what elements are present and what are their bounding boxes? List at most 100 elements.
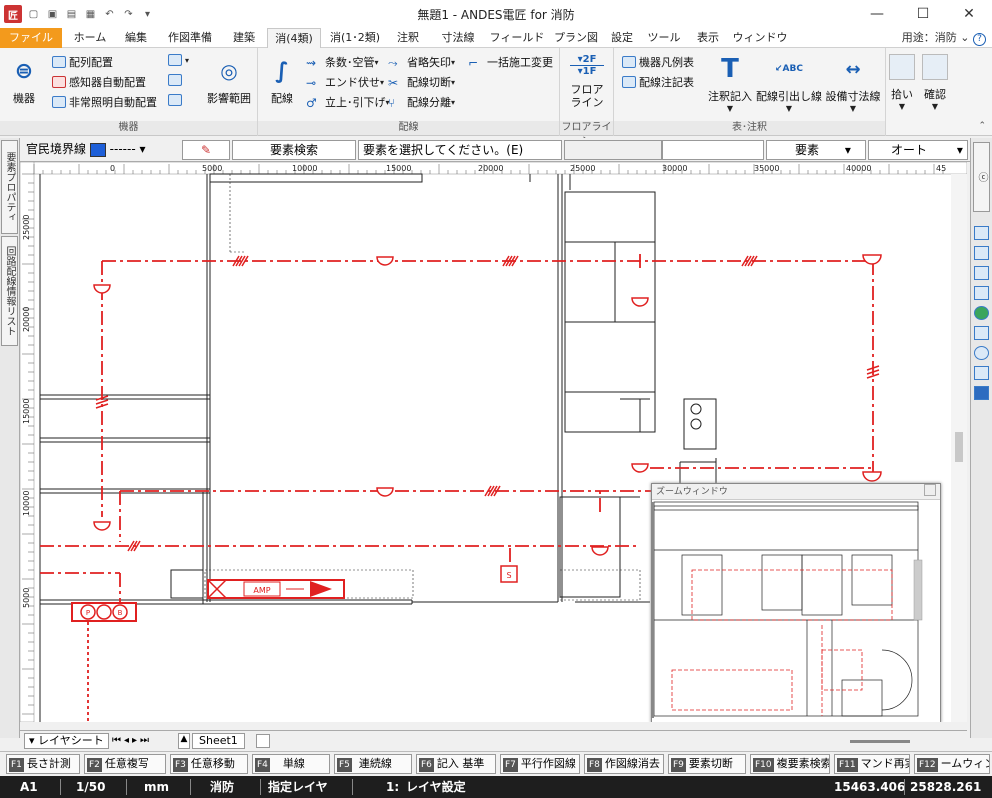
array-place-button[interactable]: 配列配置 [52, 54, 113, 70]
tab-element-properties[interactable]: 要素プロパティ [1, 140, 18, 234]
layer-sheet-tab[interactable]: ▾ レイヤシート [24, 733, 109, 749]
fkey-f4[interactable]: F4 単線 [252, 754, 330, 774]
globe-icon[interactable] [974, 306, 989, 320]
batch-change-button[interactable]: ⌐ 一括施工変更 [468, 54, 553, 70]
chain-button[interactable] [168, 74, 185, 86]
tab-plan[interactable]: プラン図 [550, 28, 602, 48]
wire-cut-button[interactable]: ✂ 配線切断 ▾ [388, 74, 455, 90]
redo-icon[interactable]: ↷ [121, 7, 136, 22]
end-hide-button[interactable]: ⊸ エンド伏せ ▾ [306, 74, 384, 90]
zoom-window[interactable]: ズームウィンドウ [651, 483, 941, 722]
customize-icon[interactable]: ▾ [140, 7, 155, 22]
kiki-button[interactable]: ⊜ 機器 [6, 56, 42, 106]
mode[interactable]: 消防 [210, 776, 234, 798]
tab-command[interactable]: ⓒ [973, 142, 990, 212]
check-button[interactable]: 確認 ▼ [920, 54, 950, 111]
usage-indicator[interactable]: 用途：消防 ⌄ ? [902, 28, 986, 48]
leader-button[interactable]: ↙ ABC 配線引出し線 ▼ [756, 54, 822, 113]
omit-arrow-button[interactable]: ⤳ 省略矢印 ▾ [388, 54, 455, 70]
sheet-nav-arrows[interactable]: ⏮◂▸⏭ [112, 733, 152, 749]
tab-annotation[interactable]: 注釈 [388, 28, 428, 48]
tab-edit[interactable]: 編集 [116, 28, 156, 48]
search-icon[interactable] [974, 346, 989, 360]
tab-window[interactable]: ウィンドウ [730, 28, 790, 48]
fkey-f11[interactable]: F11マンド再実 [834, 754, 910, 774]
sheet-add-icon[interactable]: ▲ [178, 733, 190, 749]
tab-tools[interactable]: ツール [642, 28, 686, 48]
tab-settings[interactable]: 設定 [604, 28, 640, 48]
element-filter-select[interactable]: 要素 ▾ [766, 140, 866, 160]
image-icon[interactable] [974, 286, 989, 300]
unit[interactable]: mm [144, 776, 169, 798]
tab-file[interactable]: ファイル [0, 28, 62, 48]
fkey-f3[interactable]: F3 任意移動 [170, 754, 248, 774]
fkey-f12[interactable]: F12ームウィンド [914, 754, 990, 774]
scale[interactable]: 1/50 [76, 776, 105, 798]
horizontal-scroll-thumb[interactable] [850, 740, 910, 743]
fkey-f7[interactable]: F7 平行作図線 [500, 754, 580, 774]
pen-tool-icon[interactable] [974, 266, 989, 280]
close-button[interactable]: ✕ [946, 0, 992, 28]
auto-emergency-light-button[interactable]: 非常照明自動配置 [52, 94, 157, 110]
book-icon[interactable] [974, 386, 989, 400]
wire-note-table-button[interactable]: 配線注記表 [622, 74, 694, 90]
calculator-icon[interactable] [974, 366, 989, 380]
command-input[interactable] [564, 140, 662, 160]
fkey-f6[interactable]: F6 記入 基準 [416, 754, 496, 774]
help-icon[interactable]: ? [973, 33, 986, 46]
fkey-f2[interactable]: F2 任意複写 [84, 754, 166, 774]
pen-button[interactable]: ✎ [182, 140, 230, 160]
maximize-button[interactable]: ☐ [900, 0, 946, 28]
wiring-button[interactable]: ∫ 配線 [264, 56, 300, 106]
minimize-button[interactable]: — [854, 0, 900, 28]
annotation-button[interactable]: T 注釈記入 ▼ [706, 54, 754, 113]
tab-circuit-list[interactable]: 回路配線情報リスト [1, 236, 18, 346]
drawing-canvas[interactable]: 0 5000 10000 15000 20000 25000 30000 35000 40000… [20, 162, 967, 722]
tab-field[interactable]: フィールド [486, 28, 548, 48]
tab-home[interactable]: ホーム [66, 28, 114, 48]
layer-selector[interactable]: 官民境界線 ------ ▾ [22, 140, 174, 160]
snap-mode-select[interactable]: オート ▾ [868, 140, 968, 160]
tab-view[interactable]: 表示 [688, 28, 728, 48]
tab-dimension[interactable]: 寸法線 [432, 28, 484, 48]
fkey-f8[interactable]: F8 作図線消去 [584, 754, 664, 774]
sheet-tab-sheet1[interactable]: Sheet1 [192, 733, 245, 749]
undo-icon[interactable]: ↶ [102, 7, 117, 22]
riser-button[interactable]: ♂ 立上･引下げ ▾ [306, 94, 390, 110]
layer-tree-icon[interactable] [974, 226, 989, 240]
layer-number[interactable]: 1: [386, 776, 399, 798]
app-icon[interactable]: 匠 [4, 5, 22, 23]
floorline-button[interactable]: ▾2F ▾1F フロア ライン [564, 54, 610, 109]
tab-fire-class4[interactable]: 消(4類) [267, 28, 321, 49]
symbol-a-button[interactable] [168, 94, 185, 106]
auto-detector-button[interactable]: 感知器自動配置 [52, 74, 146, 90]
hierarchy-icon[interactable] [974, 246, 989, 260]
tab-architecture[interactable]: 建築 [224, 28, 264, 48]
influence-range-button[interactable]: ◎ 影響範囲 [204, 56, 254, 106]
symbol-e-button[interactable]: ▾ [168, 54, 189, 66]
layer-settings[interactable]: レイヤ設定 [406, 776, 466, 798]
tab-fire-class12[interactable]: 消(1･2類) [324, 28, 386, 48]
legend-table-button[interactable]: 機器凡例表 [622, 54, 694, 70]
pick-button[interactable]: 拾い ▼ [888, 54, 916, 111]
fkey-f5[interactable]: F5 連続線 [334, 754, 412, 774]
value-input[interactable] [662, 140, 764, 160]
element-search-button[interactable]: 要素検索 [232, 140, 356, 160]
save-icon[interactable]: ▤ [64, 7, 79, 22]
fkey-f10[interactable]: F10 複要素検索 [750, 754, 830, 774]
print-icon[interactable]: ▦ [83, 7, 98, 22]
fkey-f9[interactable]: F9 要素切断 [668, 754, 746, 774]
open-folder-icon[interactable]: ▣ [45, 7, 60, 22]
new-file-icon[interactable]: ▢ [26, 7, 41, 22]
tab-drawing-prep[interactable]: 作図準備 [160, 28, 220, 48]
layer-mode[interactable]: 指定レイヤ [268, 776, 328, 798]
wire-count-button[interactable]: ⇝ 条数･空管 ▾ [306, 54, 379, 70]
fkey-f1[interactable]: F1 長さ計測 [6, 754, 80, 774]
dimension-button[interactable]: ↔ 設備寸法線 ▼ [822, 54, 884, 114]
layer-color-swatch[interactable] [89, 142, 106, 157]
zoom-close-icon[interactable] [924, 484, 936, 496]
collapse-ribbon-icon[interactable]: ⌃ [978, 121, 986, 131]
monitor-icon[interactable] [974, 326, 989, 340]
wire-split-button[interactable]: ⑂ 配線分離 ▾ [388, 94, 455, 110]
zoom-window-title[interactable]: ズームウィンドウ [652, 484, 940, 500]
